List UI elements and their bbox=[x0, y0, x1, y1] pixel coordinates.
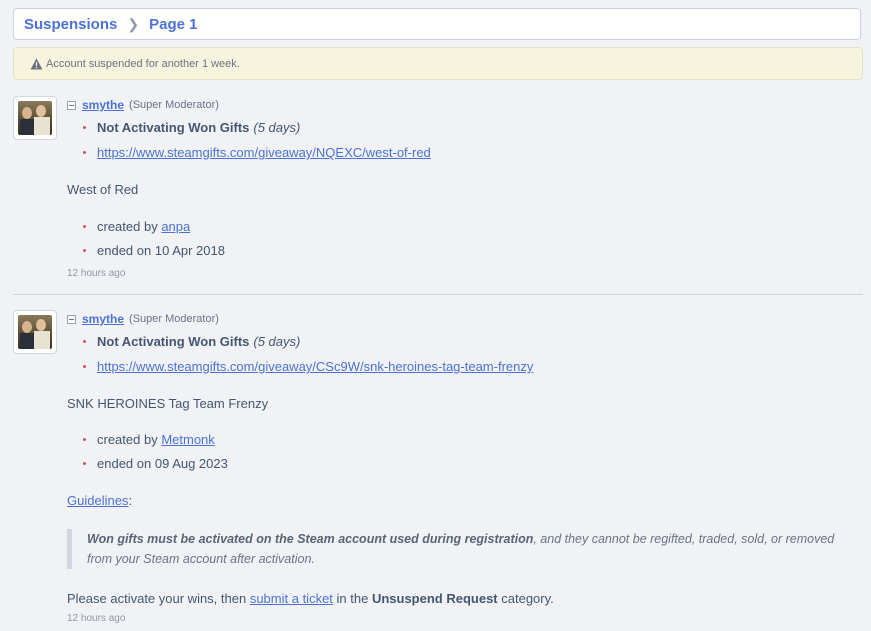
please-mid: in the bbox=[332, 591, 372, 606]
list-item: ended on 10 Apr 2018 bbox=[83, 243, 225, 258]
guidelines-colon: : bbox=[128, 493, 133, 508]
chevron-right-icon: ❯ bbox=[127, 15, 140, 32]
suspension-reason: Not Activating Won Gifts bbox=[97, 334, 250, 349]
activation-instruction: Please activate your wins, then submit a… bbox=[67, 591, 554, 606]
game-title: West of Red bbox=[67, 182, 139, 197]
divider bbox=[13, 294, 863, 295]
breadcrumb: Suspensions ❯ Page 1 bbox=[13, 8, 861, 40]
comment: smythe (Super Moderator) Not Activating … bbox=[13, 310, 863, 630]
please-prefix: Please activate your wins, then bbox=[67, 591, 250, 606]
list-item: Not Activating Won Gifts (5 days) bbox=[83, 120, 300, 135]
breadcrumb-suspensions[interactable]: Suspensions bbox=[24, 16, 117, 33]
ended-date: ended on 09 Aug 2023 bbox=[97, 456, 228, 471]
suspension-duration: (5 days) bbox=[253, 120, 301, 135]
timestamp: 12 hours ago bbox=[67, 268, 126, 279]
guidelines-quote: Won gifts must be activated on the Steam… bbox=[67, 529, 837, 569]
list-item: https://www.steamgifts.com/giveaway/NQEX… bbox=[83, 145, 431, 160]
creator-link[interactable]: Metmonk bbox=[161, 432, 214, 447]
breadcrumb-page[interactable]: Page 1 bbox=[149, 16, 197, 33]
suspension-notice: Account suspended for another 1 week. bbox=[13, 47, 863, 80]
creator-link[interactable]: anpa bbox=[161, 219, 190, 234]
submit-ticket-link[interactable]: submit a ticket bbox=[250, 591, 333, 606]
giveaway-link[interactable]: https://www.steamgifts.com/giveaway/CSc9… bbox=[97, 359, 533, 374]
user-role: (Super Moderator) bbox=[129, 99, 219, 111]
notice-text: Account suspended for another 1 week. bbox=[46, 57, 240, 70]
comment: smythe (Super Moderator) Not Activating … bbox=[13, 96, 863, 286]
suspension-duration: (5 days) bbox=[253, 334, 301, 349]
list-item: ended on 09 Aug 2023 bbox=[83, 456, 228, 471]
user-role: (Super Moderator) bbox=[129, 313, 219, 325]
username-link[interactable]: smythe bbox=[82, 98, 124, 112]
suspension-reason: Not Activating Won Gifts bbox=[97, 120, 250, 135]
collapse-icon[interactable] bbox=[67, 314, 76, 324]
list-item: Not Activating Won Gifts (5 days) bbox=[83, 334, 300, 349]
ended-date: ended on 10 Apr 2018 bbox=[97, 243, 225, 258]
quote-bold: Won gifts must be activated on the Steam… bbox=[87, 532, 534, 546]
guidelines-link[interactable]: Guidelines bbox=[67, 493, 128, 508]
collapse-icon[interactable] bbox=[67, 100, 76, 110]
guidelines-line: Guidelines: bbox=[67, 493, 132, 508]
unsuspend-category: Unsuspend Request bbox=[371, 591, 498, 606]
list-item: created by Metmonk bbox=[83, 432, 215, 447]
username-link[interactable]: smythe bbox=[82, 312, 124, 326]
list-item: created by anpa bbox=[83, 219, 190, 234]
created-by-label: created by bbox=[97, 432, 158, 447]
please-suffix: category. bbox=[497, 591, 554, 606]
created-by-label: created by bbox=[97, 219, 158, 234]
warning-icon bbox=[30, 58, 43, 69]
game-title: SNK HEROINES Tag Team Frenzy bbox=[67, 396, 269, 411]
timestamp: 12 hours ago bbox=[67, 613, 126, 624]
avatar[interactable] bbox=[13, 96, 57, 140]
list-item: https://www.steamgifts.com/giveaway/CSc9… bbox=[83, 359, 533, 374]
avatar[interactable] bbox=[13, 310, 57, 354]
giveaway-link[interactable]: https://www.steamgifts.com/giveaway/NQEX… bbox=[97, 145, 431, 160]
